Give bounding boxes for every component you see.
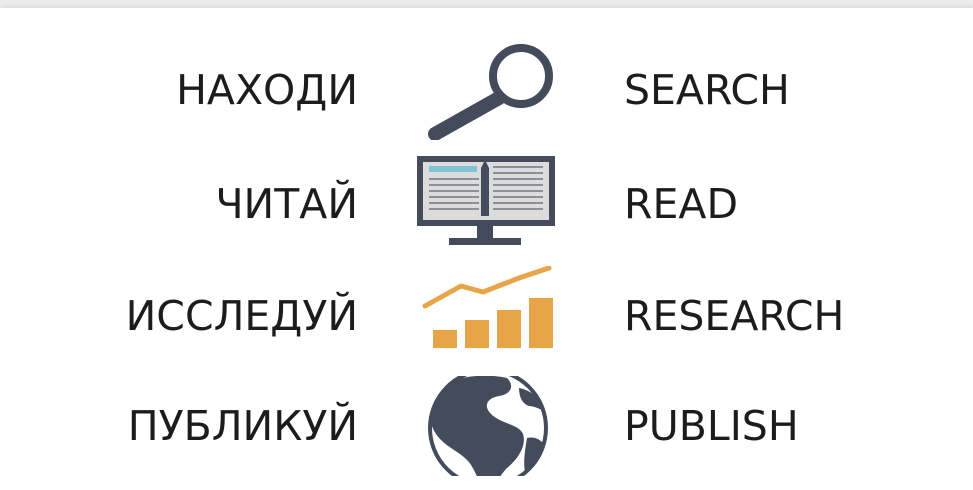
label-ru-research: ИССЛЕДУЙ [125,292,358,340]
label-ru-search: НАХОДИ [176,66,358,114]
label-ru-read: ЧИТАЙ [215,180,358,228]
monitor-book-icon [415,154,565,254]
label-ru-publish: ПУБЛИКУЙ [127,402,358,450]
label-en-publish: PUBLISH [624,402,799,450]
row-read: ЧИТАЙ READ [0,154,973,254]
row-research: ИССЛЕДУЙ RESEARCH [0,266,973,366]
magnifier-icon [415,40,565,140]
label-en-search: SEARCH [624,66,790,114]
card: НАХОДИ SEARCH ЧИТАЙ READ ИССЛЕДУЙ RESEAR… [0,8,973,490]
globe-icon [415,376,565,476]
row-search: НАХОДИ SEARCH [0,40,973,140]
growth-chart-icon [415,266,565,366]
row-publish: ПУБЛИКУЙ PUBLISH [0,376,973,476]
label-en-research: RESEARCH [624,292,845,340]
label-en-read: READ [624,180,739,228]
